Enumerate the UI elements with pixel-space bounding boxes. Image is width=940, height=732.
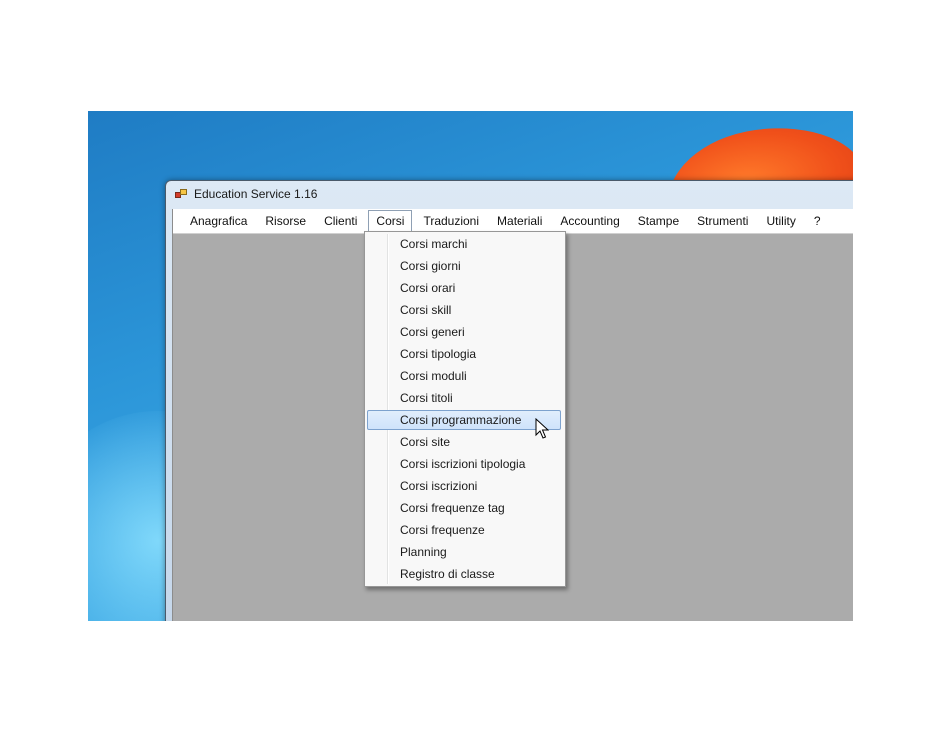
menu-item-corsi-skill[interactable]: Corsi skill (367, 300, 561, 320)
window-title: Education Service 1.16 (194, 187, 318, 201)
menu-item-corsi-tipologia[interactable]: Corsi tipologia (367, 344, 561, 364)
menu-item-corsi-titoli[interactable]: Corsi titoli (367, 388, 561, 408)
menu-help[interactable]: ? (807, 210, 828, 232)
menu-item-corsi-orari[interactable]: Corsi orari (367, 278, 561, 298)
menu-anagrafica[interactable]: Anagrafica (183, 210, 254, 232)
menu-item-corsi-site[interactable]: Corsi site (367, 432, 561, 452)
title-bar[interactable]: Education Service 1.16 (166, 181, 853, 207)
mouse-pointer-icon (535, 418, 549, 439)
menu-item-corsi-generi[interactable]: Corsi generi (367, 322, 561, 342)
menu-strumenti[interactable]: Strumenti (690, 210, 755, 232)
menu-corsi[interactable]: Corsi (368, 209, 413, 233)
corsi-dropdown-menu: Corsi marchi Corsi giorni Corsi orari Co… (364, 231, 566, 587)
menu-item-corsi-giorni[interactable]: Corsi giorni (367, 256, 561, 276)
menu-clienti[interactable]: Clienti (317, 210, 364, 232)
menu-item-corsi-programmazione[interactable]: Corsi programmazione (367, 410, 561, 430)
menu-item-corsi-iscrizioni-tipologia[interactable]: Corsi iscrizioni tipologia (367, 454, 561, 474)
app-icon[interactable] (175, 189, 187, 199)
menu-materiali[interactable]: Materiali (490, 210, 549, 232)
menu-item-corsi-iscrizioni[interactable]: Corsi iscrizioni (367, 476, 561, 496)
menu-item-corsi-moduli[interactable]: Corsi moduli (367, 366, 561, 386)
menu-item-planning[interactable]: Planning (367, 542, 561, 562)
menu-stampe[interactable]: Stampe (631, 210, 686, 232)
menu-accounting[interactable]: Accounting (553, 210, 626, 232)
menu-risorse[interactable]: Risorse (258, 210, 313, 232)
menu-item-corsi-frequenze-tag[interactable]: Corsi frequenze tag (367, 498, 561, 518)
menu-item-corsi-frequenze[interactable]: Corsi frequenze (367, 520, 561, 540)
menu-item-corsi-marchi[interactable]: Corsi marchi (367, 234, 561, 254)
menu-item-registro-di-classe[interactable]: Registro di classe (367, 564, 561, 584)
menu-utility[interactable]: Utility (759, 210, 802, 232)
menu-traduzioni[interactable]: Traduzioni (416, 210, 486, 232)
